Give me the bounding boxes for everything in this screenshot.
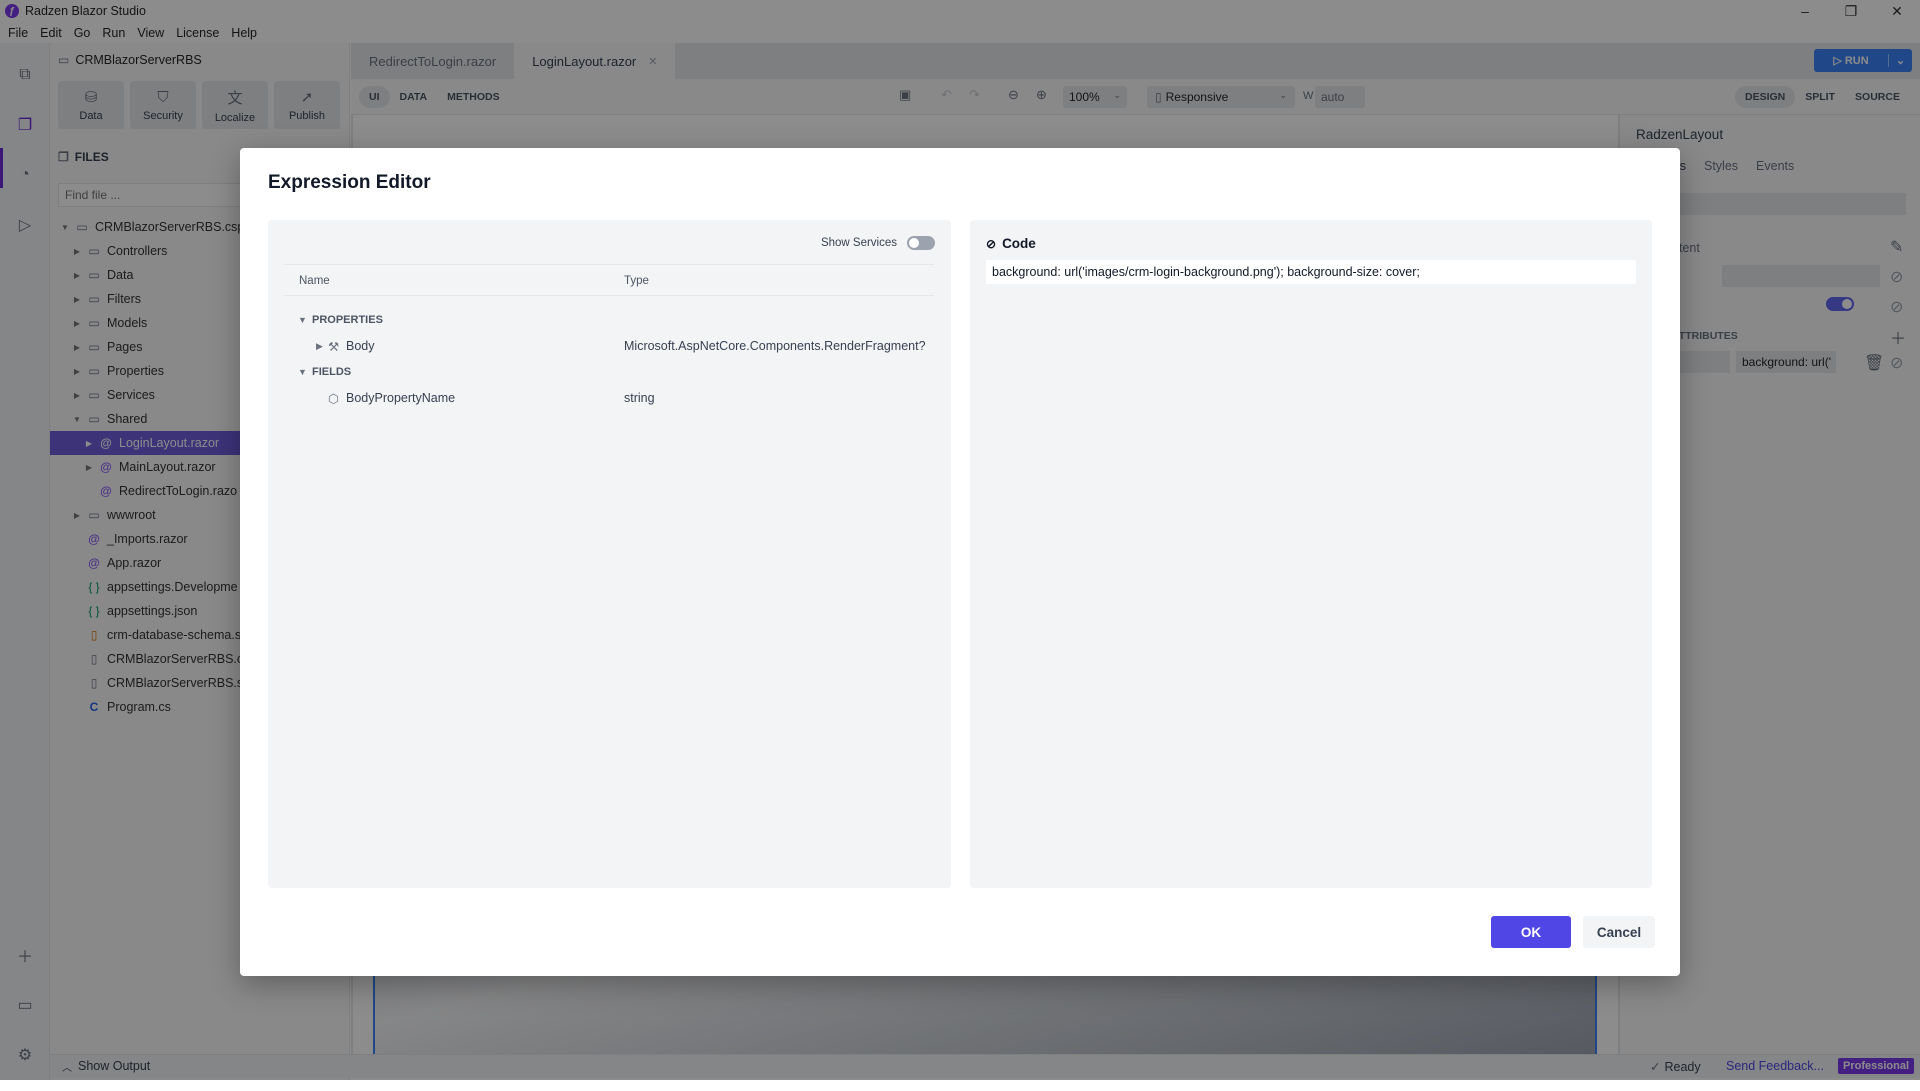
code-header: ⊘ Code bbox=[986, 236, 1036, 251]
show-services-toggle[interactable] bbox=[907, 236, 935, 250]
chevron-right-icon[interactable]: ▶ bbox=[316, 341, 323, 352]
group-row-properties[interactable]: ▼ PROPERTIES bbox=[284, 307, 934, 333]
tree-row-body[interactable]: ▶ ⚒ Body Microsoft.AspNetCore.Components… bbox=[284, 333, 934, 359]
cancel-button[interactable]: Cancel bbox=[1583, 916, 1655, 948]
tree-row-body-property-name[interactable]: ⬡ BodyPropertyName string bbox=[284, 385, 934, 411]
code-value: background: url('images/crm-login-backgr… bbox=[992, 265, 1420, 279]
member-name: Body bbox=[346, 339, 375, 353]
ok-button[interactable]: OK bbox=[1491, 916, 1571, 948]
expression-tree-pane: Show Services Name Type ▼ PROPERTIES ▶ ⚒… bbox=[268, 220, 951, 888]
group-label: FIELDS bbox=[312, 366, 352, 378]
member-type: string bbox=[624, 391, 655, 405]
code-label: Code bbox=[1002, 236, 1036, 251]
link-icon: ⊘ bbox=[986, 236, 997, 251]
show-services-label: Show Services bbox=[820, 237, 897, 249]
member-type: Microsoft.AspNetCore.Components.RenderFr… bbox=[624, 339, 926, 353]
code-pane: ⊘ Code background: url('images/crm-login… bbox=[970, 220, 1652, 888]
group-row-fields[interactable]: ▼ FIELDS bbox=[284, 359, 934, 385]
expression-editor-dialog: Expression Editor Show Services Name Typ… bbox=[240, 148, 1680, 976]
dialog-title: Expression Editor bbox=[268, 172, 431, 193]
chevron-down-icon: ▼ bbox=[298, 367, 307, 377]
show-services-control: Show Services bbox=[821, 236, 935, 250]
cube-icon: ⬡ bbox=[328, 392, 339, 406]
group-label: PROPERTIES bbox=[312, 314, 383, 326]
chevron-down-icon: ▼ bbox=[298, 315, 307, 325]
type-column-header: Type bbox=[624, 275, 649, 287]
wrench-icon: ⚒ bbox=[328, 340, 340, 354]
table-header: Name Type bbox=[284, 264, 934, 296]
name-column-header: Name bbox=[299, 275, 330, 287]
member-name: BodyPropertyName bbox=[346, 391, 456, 405]
code-input[interactable]: background: url('images/crm-login-backgr… bbox=[986, 260, 1636, 284]
